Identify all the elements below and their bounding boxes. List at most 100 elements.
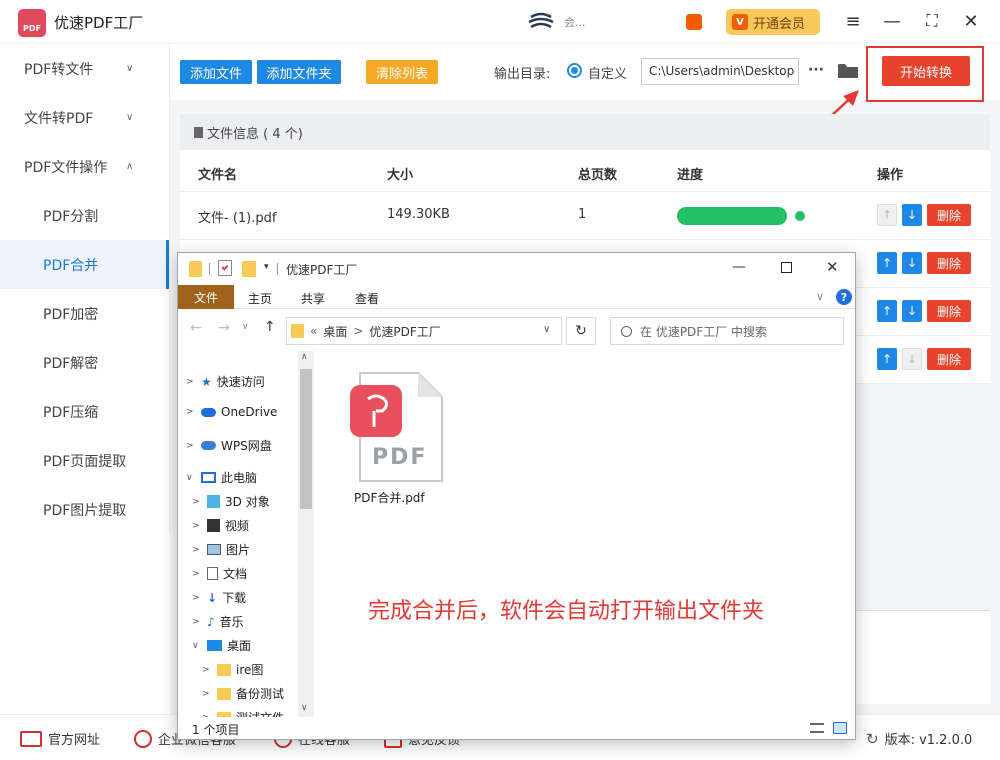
nav-folder-test[interactable]: >测试文件 [202, 709, 284, 717]
sidebar-item-file-to-pdf[interactable]: 文件转PDF ∨ [0, 93, 169, 142]
computer-icon [201, 472, 216, 483]
new-folder-icon[interactable] [242, 261, 256, 277]
nav-folder-ire[interactable]: > ire图 [202, 661, 263, 678]
quick-access-dropdown-icon[interactable]: ▾ [264, 262, 269, 272]
add-folder-button[interactable]: 添加文件夹 [257, 60, 341, 84]
lower-panel [856, 610, 990, 704]
nav-downloads[interactable]: > ↓ 下载 [192, 589, 246, 606]
chevron-up-icon: ∧ [126, 161, 134, 172]
table-row: 文件- (1).pdf 149.30KB 1 ↑ ↓ 删除 [180, 192, 990, 240]
sidebar: PDF转文件 ∨ 文件转PDF ∨ PDF文件操作 ∧ PDF分割 PDF合并 PDF… [0, 44, 170, 534]
recent-dropdown-icon[interactable]: ∨ [242, 322, 249, 332]
vip-label: 开通会员 [753, 16, 806, 32]
scrollbar-thumb[interactable] [300, 369, 312, 509]
address-bar[interactable]: « 桌面 > 优速PDF工厂 ∨ [286, 317, 562, 345]
delete-button[interactable]: 删除 [927, 300, 971, 322]
breadcrumb-folder[interactable]: 优速PDF工厂 [369, 323, 440, 340]
tab-share[interactable]: 共享 [301, 290, 325, 307]
menu-icon[interactable]: ≡ [842, 11, 864, 32]
folder-icon [217, 687, 231, 700]
table-header: 文件名 大小 总页数 进度 操作 [180, 150, 990, 192]
nav-this-pc[interactable]: ∨ 此电脑 [186, 469, 257, 486]
sidebar-item-page-extract[interactable]: PDF页面提取 [0, 436, 169, 485]
minimize-icon[interactable]: — [881, 11, 903, 32]
tab-file[interactable]: 文件 [178, 285, 234, 309]
refresh-button[interactable]: ↻ [566, 317, 596, 345]
sidebar-item-pdf-to-file[interactable]: PDF转文件 ∨ [0, 44, 169, 93]
vip-button[interactable]: V 开通会员 [726, 9, 820, 35]
delete-button[interactable]: 删除 [927, 348, 971, 370]
nav-scrollbar[interactable]: ∧ ∨ [298, 351, 314, 717]
nav-documents[interactable]: > 文档 [192, 565, 247, 582]
ribbon: 文件 主页 共享 查看 ∨ ? [178, 285, 855, 309]
move-up-button[interactable]: ↑ [877, 252, 897, 274]
forward-icon[interactable]: → [218, 320, 230, 336]
nav-label: 下载 [222, 591, 247, 605]
maximize-icon[interactable] [781, 262, 792, 273]
tab-view[interactable]: 查看 [355, 290, 379, 307]
scroll-down-icon[interactable]: ∨ [301, 703, 308, 713]
nav-3d-objects[interactable]: >3D 对象 [192, 493, 270, 510]
sidebar-item-image-extract[interactable]: PDF图片提取 [0, 485, 169, 534]
user-avatar[interactable] [527, 11, 555, 33]
move-up-button[interactable]: ↑ [877, 348, 897, 370]
nav-videos[interactable]: > 视频 [192, 517, 249, 534]
nav-quick-access[interactable]: > ★ 快速访问 [186, 373, 265, 390]
website-label: 官方网址 [48, 733, 101, 748]
details-view-icon[interactable] [810, 723, 824, 733]
large-icons-view-icon[interactable] [833, 722, 847, 734]
star-icon: ★ [201, 374, 212, 389]
vip-icon: V [732, 14, 748, 30]
sidebar-item-merge[interactable]: PDF合并 [0, 240, 169, 289]
move-down-button[interactable]: ↓ [902, 348, 922, 370]
delete-button[interactable]: 删除 [927, 252, 971, 274]
move-down-button[interactable]: ↓ [902, 204, 922, 226]
properties-icon[interactable] [218, 260, 232, 276]
nav-onedrive[interactable]: > OneDrive [186, 405, 277, 419]
chevron-down-icon: ∨ [126, 63, 134, 74]
chevron-down-icon[interactable]: ∨ [816, 290, 824, 303]
app-logo: PDF [18, 9, 46, 37]
sidebar-item-label: PDF图片提取 [43, 502, 127, 519]
sidebar-item-compress[interactable]: PDF压缩 [0, 387, 169, 436]
clear-list-button[interactable]: 清除列表 [366, 60, 438, 84]
chevron-down-icon[interactable]: ∨ [543, 324, 550, 335]
breadcrumb-desktop[interactable]: 桌面 [323, 323, 347, 340]
nav-label: 音乐 [219, 615, 244, 629]
add-file-button[interactable]: 添加文件 [180, 60, 252, 84]
nav-folder-backup[interactable]: > 备份测试 [202, 685, 284, 702]
back-icon[interactable]: ← [190, 320, 202, 336]
nav-wps[interactable]: > WPS网盘 [186, 437, 272, 454]
sidebar-item-split[interactable]: PDF分割 [0, 191, 169, 240]
close-icon[interactable]: ✕ [826, 258, 839, 276]
help-icon[interactable]: ? [836, 289, 852, 305]
fullscreen-icon[interactable]: ⛶ [921, 11, 943, 31]
minimize-icon[interactable]: — [732, 259, 746, 275]
move-down-button[interactable]: ↓ [902, 252, 922, 274]
scroll-up-icon[interactable]: ∧ [301, 352, 308, 362]
up-icon[interactable]: ↑ [264, 319, 276, 335]
move-up-button[interactable]: ↑ [877, 204, 897, 226]
nav-pictures[interactable]: > 图片 [192, 541, 250, 558]
nav-label: 文档 [223, 567, 248, 581]
tab-home[interactable]: 主页 [248, 290, 272, 307]
folder-icon [291, 324, 304, 338]
delete-button[interactable]: 删除 [927, 204, 971, 226]
version-info: ↻ 版本: v1.2.0.0 [866, 729, 972, 749]
done-icon [795, 211, 805, 221]
move-up-button[interactable]: ↑ [877, 300, 897, 322]
sidebar-item-encrypt[interactable]: PDF加密 [0, 289, 169, 338]
pdf-file-icon[interactable]: PDF [350, 371, 444, 483]
nav-music[interactable]: > ♪ 音乐 [192, 613, 244, 630]
sidebar-item-decrypt[interactable]: PDF解密 [0, 338, 169, 387]
nav-desktop[interactable]: ∨ 桌面 [192, 637, 251, 654]
progress-bar [677, 207, 787, 225]
close-icon[interactable]: ✕ [960, 11, 982, 32]
custom-radio[interactable] [567, 63, 582, 78]
more-button[interactable]: ··· [808, 62, 824, 78]
search-input[interactable]: 在 优速PDF工厂 中搜索 [610, 317, 844, 345]
promo-icon[interactable] [686, 14, 702, 30]
sidebar-item-pdf-ops[interactable]: PDF文件操作 ∧ [0, 142, 169, 191]
move-down-button[interactable]: ↓ [902, 300, 922, 322]
website-link[interactable]: 官方网址 [20, 729, 100, 748]
